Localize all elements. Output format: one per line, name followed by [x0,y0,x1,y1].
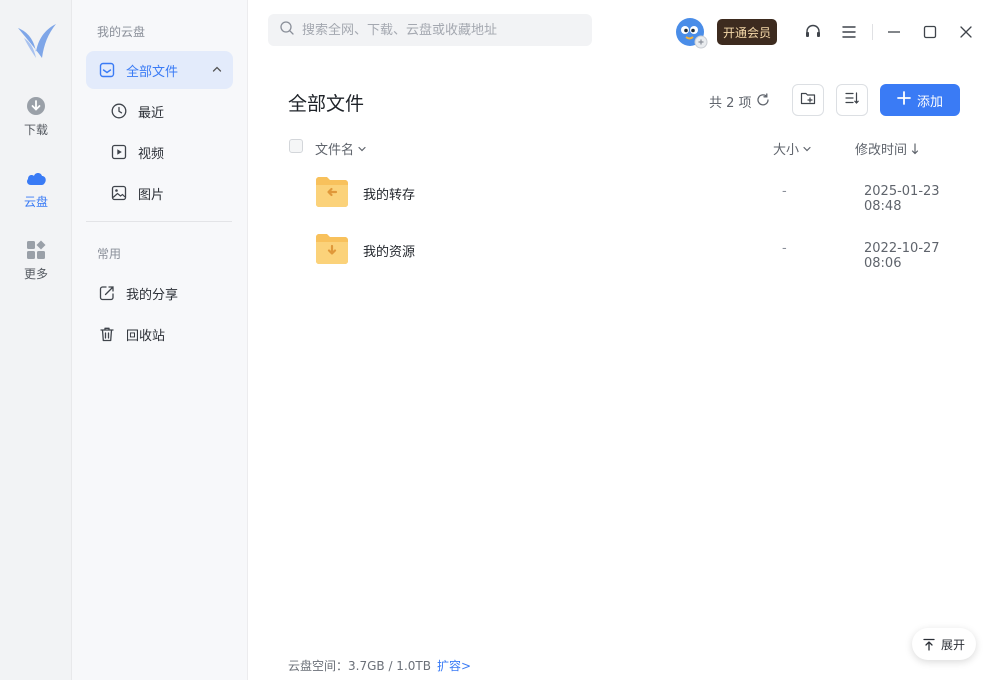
sort-button[interactable] [836,84,868,116]
page-title: 全部文件 [288,93,365,115]
file-name[interactable]: 我的转存 [363,184,415,203]
avatar[interactable] [674,16,710,50]
download-icon [24,94,48,118]
app-logo-icon [14,18,58,64]
folder-download-icon [315,233,349,265]
expand-storage-link[interactable]: 扩容> [437,659,471,673]
cloud-icon [24,166,48,190]
file-size: - [782,241,787,256]
headset-icon[interactable] [803,22,823,42]
column-header-label: 大小 [773,143,800,158]
sort-icon [844,90,860,110]
toolbar-separator [872,24,873,40]
sidebar-item-recent[interactable]: 最近 [86,92,233,130]
sidebar-divider [86,221,232,222]
left-rail: 下载 云盘 更多 [0,0,72,680]
add-button-label: 添加 [916,94,943,110]
plus-icon [897,91,911,109]
sidebar-item-label: 视频 [138,146,165,162]
file-name[interactable]: 我的资源 [363,241,415,260]
new-folder-icon [800,90,816,110]
add-button[interactable]: 添加 [880,84,960,116]
section-title-my-cloud: 我的云盘 [97,25,146,39]
sidebar-item-label: 我的分享 [126,287,179,303]
column-header-label: 修改时间 [855,143,908,158]
column-header-label: 文件名 [315,143,355,158]
chevron-down-icon [357,144,367,154]
maximize-icon[interactable] [920,22,940,42]
search-icon [280,21,294,39]
menu-icon[interactable] [839,22,859,42]
table-row[interactable]: 我的资源 - 2022-10-27 08:06 [268,221,980,277]
sidebar-item-image[interactable]: 图片 [86,174,233,212]
rail-download[interactable]: 下载 [0,94,72,150]
sidebar: 我的云盘 全部文件 最近 视频 图片 常用 我的分享 回收站 [72,0,248,680]
item-count-label: 共 2 项 [709,96,752,111]
file-size: - [782,184,787,199]
rail-cloud-label: 云盘 [23,195,48,209]
chevron-down-icon [802,144,812,154]
inbox-icon [98,61,116,79]
close-icon[interactable] [956,22,976,42]
search-box[interactable] [268,14,592,46]
storage-info: 云盘空间：3.7GB / 1.0TB 扩容> [288,657,471,674]
column-header-modified[interactable]: 修改时间 [855,139,920,158]
storage-value: 3.7GB / 1.0TB [348,659,431,673]
select-all-checkbox[interactable] [289,139,303,153]
sidebar-item-label: 回收站 [126,328,166,344]
chevron-up-icon[interactable] [211,63,223,79]
item-count: 共 2 项 [709,92,770,111]
search-input[interactable] [302,22,572,38]
file-modified: 2022-10-27 08:06 [864,241,940,271]
folder-transfer-icon [315,176,349,208]
sidebar-item-label: 图片 [138,187,165,203]
new-folder-button[interactable] [792,84,824,116]
minimize-icon[interactable] [884,22,904,42]
upload-arrow-icon [923,638,935,651]
expand-button[interactable]: 展开 [912,628,976,660]
apps-grid-icon [24,238,48,262]
table-row[interactable]: 我的转存 - 2025-01-23 08:48 [268,164,980,220]
rail-cloud[interactable]: 云盘 [0,166,72,222]
sidebar-item-trash[interactable]: 回收站 [86,315,233,353]
sidebar-item-my-share[interactable]: 我的分享 [86,274,233,312]
arrow-down-icon [910,142,920,155]
sidebar-item-all-files[interactable]: 全部文件 [86,51,233,89]
rail-more-label: 更多 [23,267,48,281]
rail-more[interactable]: 更多 [0,238,72,294]
sidebar-item-label: 最近 [138,105,165,121]
section-title-common: 常用 [97,247,122,261]
sidebar-item-video[interactable]: 视频 [86,133,233,171]
expand-button-label: 展开 [940,637,965,652]
refresh-icon[interactable] [756,92,770,111]
column-header-size[interactable]: 大小 [773,139,812,158]
file-modified: 2025-01-23 08:48 [864,184,940,214]
share-icon [98,284,116,302]
trash-icon [98,325,116,343]
image-icon [110,184,128,202]
video-icon [110,143,128,161]
clock-icon [110,102,128,120]
rail-download-label: 下载 [23,123,48,137]
vip-button[interactable]: 开通会员 [717,19,777,45]
column-header-name[interactable]: 文件名 [315,139,367,158]
sidebar-item-label: 全部文件 [126,64,179,80]
storage-label: 云盘空间： [288,659,349,673]
